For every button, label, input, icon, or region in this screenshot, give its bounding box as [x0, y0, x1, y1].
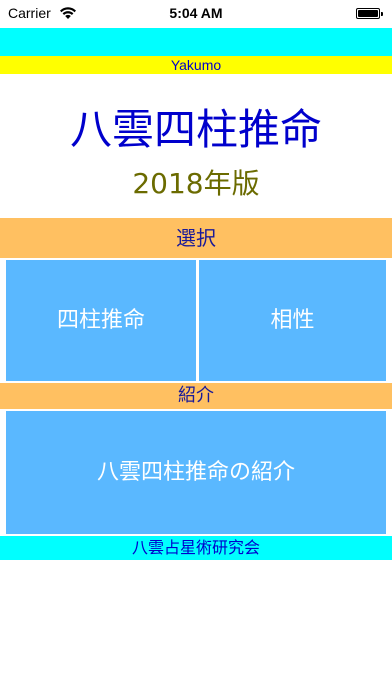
compatibility-button[interactable]: 相性: [199, 260, 386, 381]
section-header-select: 選択: [0, 218, 392, 258]
edition-label: 2018年版: [132, 167, 260, 200]
status-time: 5:04 AM: [169, 5, 223, 21]
brand-bar: Yakumo: [0, 56, 392, 74]
app-title: 八雲四柱推命: [69, 105, 322, 154]
section-header-intro: 紹介: [0, 383, 392, 409]
status-bar: Carrier 5:04 AM: [0, 0, 392, 28]
battery-icon: [356, 8, 383, 19]
top-cyan-band: [0, 28, 392, 56]
introduction-button[interactable]: 八雲四柱推命の紹介: [6, 411, 386, 534]
shichu-suimei-button[interactable]: 四柱推命: [6, 260, 196, 381]
app-screen: Carrier 5:04 AM Yakumo 八雲四柱推命 2018年版 選択 …: [0, 0, 392, 696]
footer-org-label: 八雲占星術研究会: [0, 536, 392, 560]
battery-fill: [358, 10, 378, 17]
